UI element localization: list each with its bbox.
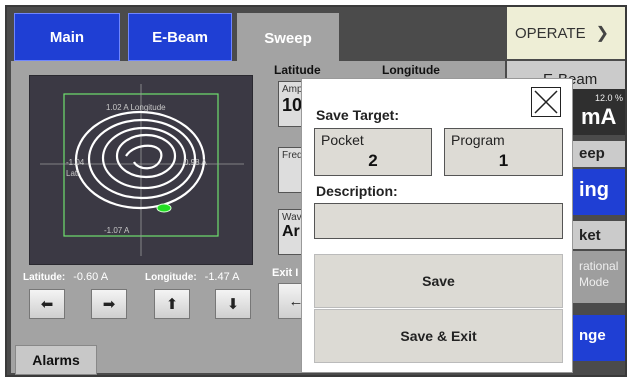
arrow-right-icon: ➡ <box>102 296 116 313</box>
save-button[interactable]: Save <box>314 254 563 308</box>
change-button-label: nge <box>579 327 606 344</box>
latitude-readout: Latitude: -0.60 A <box>23 271 108 283</box>
description-label: Description: <box>316 183 398 199</box>
close-button[interactable] <box>531 87 561 117</box>
save-exit-button[interactable]: Save & Exit <box>314 309 563 363</box>
pocket-field-label: Pocket <box>321 132 364 148</box>
program-field[interactable]: Program 1 <box>444 128 563 176</box>
save-target-dialog: Save Target: Pocket 2 Program 1 Descript… <box>301 78 573 373</box>
dialog-title: Save Target: <box>316 107 399 123</box>
arrow-left-icon: ⬅ <box>40 296 54 313</box>
move-right-button[interactable]: ➡ <box>91 289 127 319</box>
latitude-column-title: Latitude <box>274 63 321 77</box>
operate-dropdown[interactable]: OPERATE ❯ <box>507 7 625 59</box>
amplitude-label: Amp <box>282 84 303 95</box>
program-field-value: 1 <box>498 151 509 170</box>
move-left-button[interactable]: ⬅ <box>29 289 65 319</box>
longitude-readout-value: -1.47 A <box>204 271 240 283</box>
sweep-status-title: eep <box>579 145 605 162</box>
beam-position-marker <box>156 203 172 213</box>
scope-top-label: 1.02 A Longitude <box>106 103 166 112</box>
mode-line-1: rational <box>579 259 619 273</box>
mode-line-2: Mode <box>579 275 610 289</box>
waveform-label: Wav <box>282 212 302 223</box>
scope-bottom-label: -1.07 A <box>104 226 130 235</box>
move-up-button[interactable]: ⬆ <box>154 289 190 319</box>
pocket-field[interactable]: Pocket 2 <box>314 128 432 176</box>
alarms-button[interactable]: Alarms <box>15 345 97 375</box>
description-input[interactable] <box>314 203 563 239</box>
close-icon <box>534 90 558 114</box>
pocket-status-title: ket <box>579 227 601 244</box>
beam-percent: 12.0 % <box>595 93 624 103</box>
arrow-down-icon: ⬇ <box>226 296 240 313</box>
operate-label: OPERATE <box>515 24 586 42</box>
scope-left-sublabel: Lati <box>66 169 79 178</box>
frequency-label: Freq <box>282 150 303 161</box>
arrow-up-icon: ⬆ <box>165 296 179 313</box>
latitude-readout-label: Latitude: <box>23 272 66 283</box>
program-field-label: Program <box>451 132 505 148</box>
beam-unit: mA <box>581 104 617 129</box>
latitude-readout-value: -0.60 A <box>73 271 109 283</box>
sweep-scope: 1.02 A Longitude -1.04 Lati 0.98 A -1.07… <box>29 75 253 265</box>
tab-sweep[interactable]: Sweep <box>237 13 339 63</box>
sweep-state: ing <box>579 179 609 201</box>
longitude-readout-label: Longitude: <box>145 272 197 283</box>
scope-right-label: 0.98 A <box>184 158 207 167</box>
longitude-column-title: Longitude <box>382 63 440 77</box>
tab-main[interactable]: Main <box>14 13 120 61</box>
tab-ebeam[interactable]: E-Beam <box>128 13 232 61</box>
scope-left-label: -1.04 <box>66 158 85 167</box>
move-down-button[interactable]: ⬇ <box>215 289 251 319</box>
pocket-field-value: 2 <box>368 151 378 170</box>
amplitude-value: 10 <box>282 95 303 115</box>
exit-label: Exit I <box>272 267 299 279</box>
waveform-value: Ar <box>282 223 300 240</box>
longitude-readout: Longitude: -1.47 A <box>145 271 240 283</box>
chevron-down-icon: ❯ <box>595 25 609 42</box>
